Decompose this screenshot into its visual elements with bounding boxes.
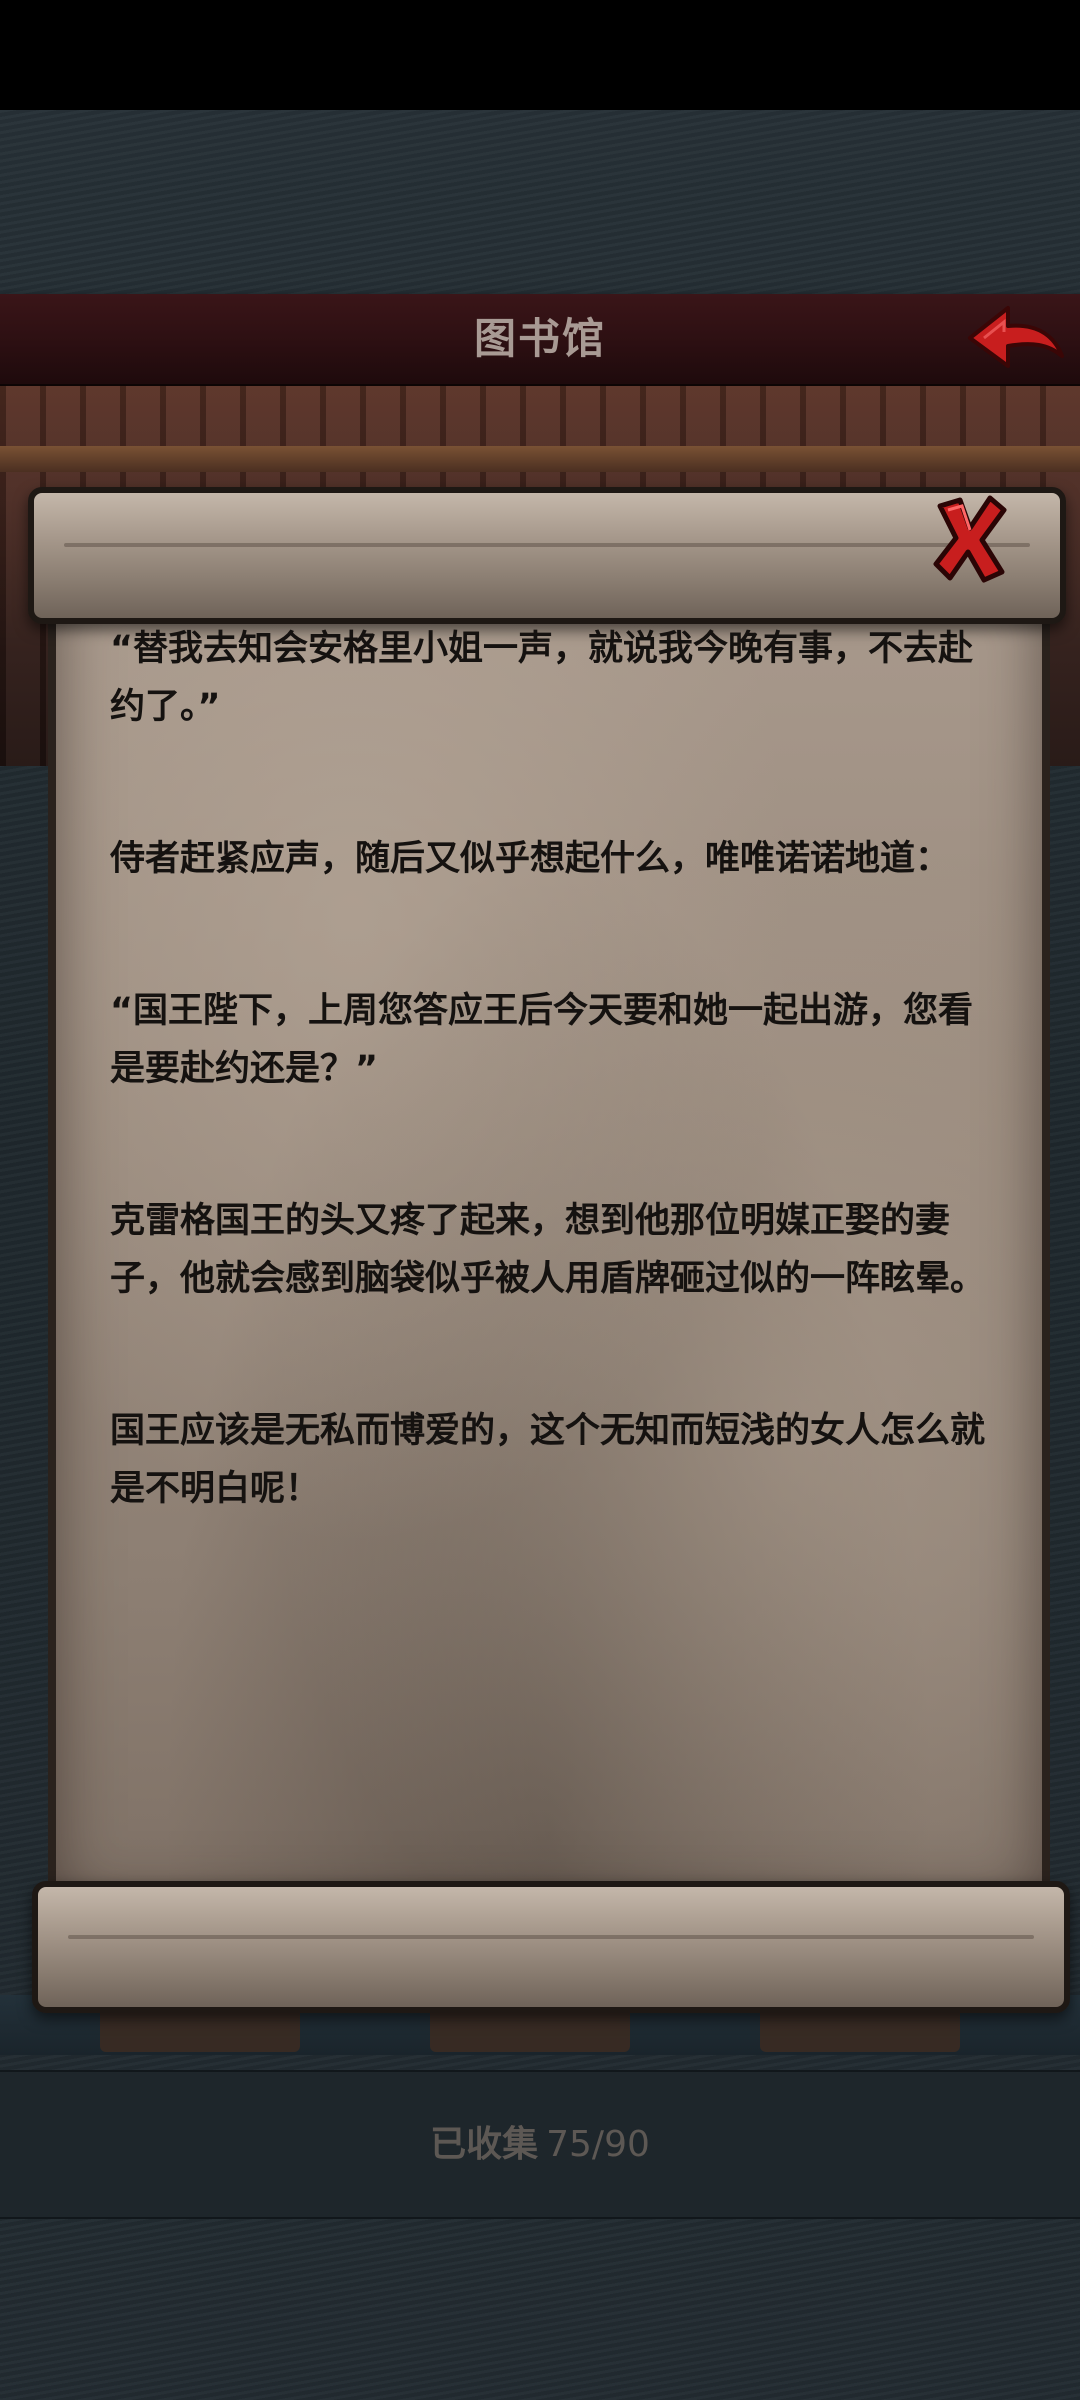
scroll-paragraph: 克雷格国王的头又疼了起来，想到他那位明媒正娶的妻子，他就会感到脑袋似乎被人用盾牌… — [110, 1201, 986, 1299]
status-bar — [0, 0, 1080, 110]
scroll-paragraph: “国王陛下，上周您答应王后今天要和她一起出游，您看是要赴约还是？” — [110, 991, 974, 1089]
collection-counter: 已收集 75/90 — [0, 2072, 1080, 2217]
scroll-paragraph: 国王应该是无私而博爱的，这个无知而短浅的女人怎么就是不明白呢！ — [110, 1411, 986, 1509]
close-button[interactable] — [930, 492, 1008, 584]
scroll-top-roll — [28, 487, 1066, 624]
scroll-bottom-roll — [32, 1881, 1070, 2013]
collected-label: 已收集 — [430, 2124, 539, 2165]
red-x-close-icon — [933, 495, 1007, 583]
scroll-text: “替我去知会安格里小姐一声，就说我今晚有事，不去赴约了。” 侍者赶紧应声，随后又… — [110, 620, 990, 1882]
scroll-paragraph: 侍者赶紧应声，随后又似乎想起什么，唯唯诺诺地道： — [110, 839, 951, 879]
title-bar: 图书馆 — [0, 294, 1080, 387]
red-back-arrow-icon — [968, 306, 1064, 368]
collection-counter-band: 已收集 75/90 — [0, 2070, 1080, 2219]
page-title: 图书馆 — [473, 314, 606, 363]
collected-value: 75/90 — [546, 2124, 650, 2165]
back-button[interactable] — [966, 302, 1066, 374]
scroll-paragraph: “替我去知会安格里小姐一声，就说我今晚有事，不去赴约了。” — [110, 629, 974, 727]
